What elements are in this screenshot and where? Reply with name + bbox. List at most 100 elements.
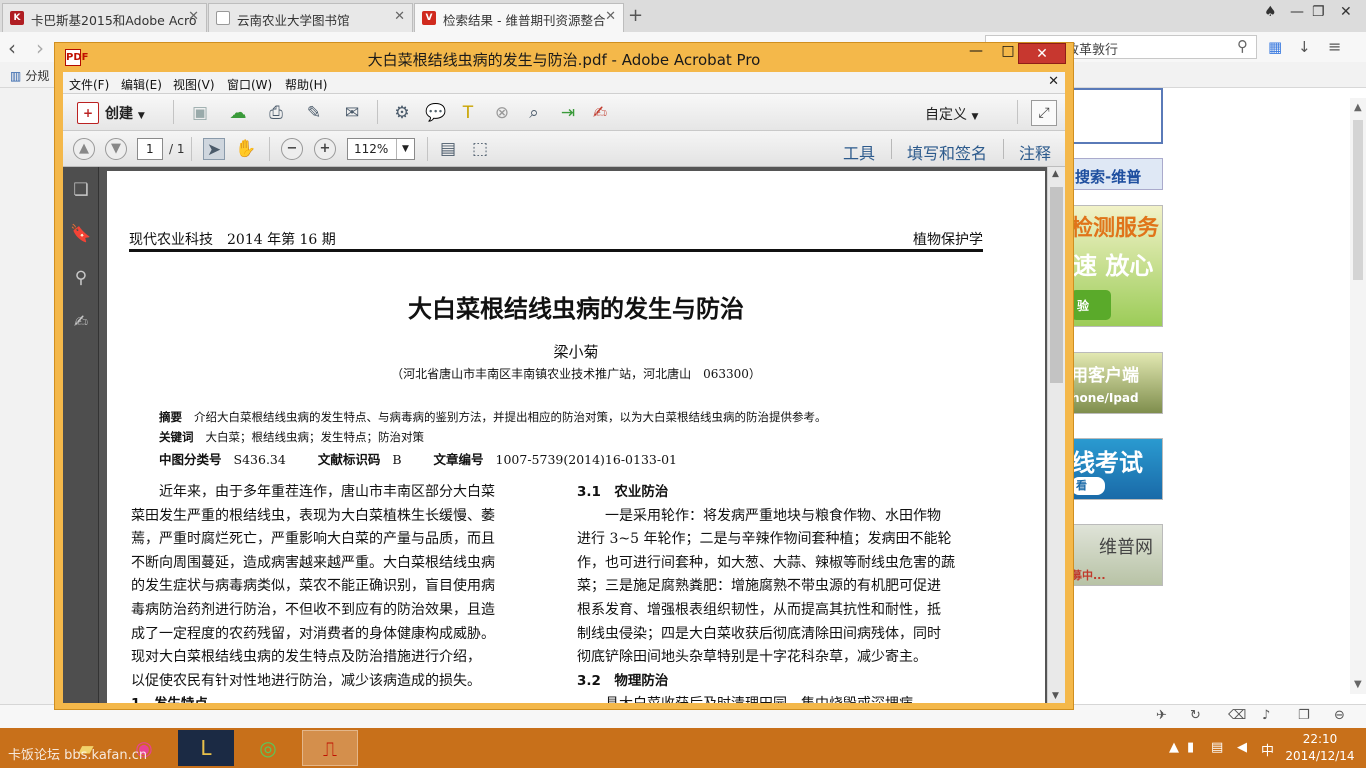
- trash-icon[interactable]: ⌫: [1228, 708, 1246, 723]
- show-hidden-icons[interactable]: ▲: [1169, 740, 1179, 755]
- zoom-icon[interactable]: ⊖: [1334, 708, 1345, 723]
- ad-online-exam[interactable]: 线考试 看: [1062, 438, 1163, 500]
- select-cursor-icon[interactable]: ➤: [203, 138, 225, 160]
- customize-dropdown[interactable]: 自定义 ▼: [925, 104, 978, 124]
- close-document-icon[interactable]: ✕: [1048, 74, 1059, 89]
- page-number-input[interactable]: 1: [137, 138, 163, 160]
- highlight-text-icon[interactable]: T: [457, 102, 479, 124]
- minimize-button[interactable]: —: [961, 43, 991, 65]
- new-tab-button[interactable]: +: [628, 5, 643, 26]
- chevron-down-icon[interactable]: ▼: [396, 139, 414, 159]
- attachment-paperclip-icon[interactable]: ⚲: [70, 267, 92, 289]
- acrobat-title-bar[interactable]: PDF 大白菜根结线虫病的发生与防治.pdf - Adobe Acrobat P…: [55, 43, 1073, 73]
- menu-help[interactable]: 帮助(H): [285, 76, 327, 93]
- tab-fill-sign[interactable]: 填写和签名: [907, 140, 987, 164]
- vip-search-link[interactable]: 搜索-维普: [1060, 158, 1163, 190]
- pin-icon[interactable]: ✈: [1156, 708, 1167, 723]
- menu-view[interactable]: 视图(V): [173, 76, 215, 93]
- upload-cloud-icon[interactable]: ☁: [227, 102, 249, 124]
- ad-button[interactable]: 验: [1071, 290, 1111, 320]
- previous-page-icon[interactable]: ▲: [73, 138, 95, 160]
- close-icon[interactable]: ✕: [605, 9, 616, 24]
- tab-comment[interactable]: 注释: [1019, 140, 1051, 164]
- fit-width-icon[interactable]: ⬚: [469, 138, 491, 160]
- speaker-icon[interactable]: ♪: [1262, 708, 1270, 723]
- paragraph-line: 制线虫侵染；四是大白菜收获后彻底清除田间病残体，同时: [577, 625, 941, 642]
- window-icon[interactable]: ❐: [1298, 708, 1310, 723]
- browser-green-icon[interactable]: ◎: [240, 730, 296, 766]
- menu-window[interactable]: 窗口(W): [227, 76, 272, 93]
- ad-vip-net[interactable]: 维普网 募中...: [1062, 524, 1163, 586]
- forward-icon[interactable]: ›: [36, 36, 44, 60]
- blank-page-icon: [216, 11, 230, 25]
- delete-page-icon[interactable]: ⊗: [491, 102, 513, 124]
- zoom-in-icon[interactable]: +: [314, 138, 336, 160]
- zoom-select[interactable]: 112% ▼: [347, 138, 415, 160]
- bookmark-icon[interactable]: 🔖: [70, 223, 92, 245]
- scroll-thumb[interactable]: [1353, 120, 1363, 280]
- hand-tool-icon[interactable]: ✋: [235, 138, 257, 160]
- print-icon[interactable]: ⎙: [265, 102, 287, 124]
- menu-edit[interactable]: 编辑(E): [121, 76, 162, 93]
- acrobat-taskbar-icon[interactable]: ⎍: [302, 730, 358, 766]
- browser-tab-2[interactable]: 云南农业大学图书馆 ✕: [208, 3, 413, 32]
- next-page-icon[interactable]: ▼: [105, 138, 127, 160]
- search-document-icon[interactable]: ⌕: [523, 102, 545, 124]
- clock[interactable]: 22:10 2014/12/14: [1282, 731, 1358, 765]
- email-icon[interactable]: ✉: [341, 102, 363, 124]
- game-launcher-icon[interactable]: L: [178, 730, 234, 766]
- menu-file[interactable]: 文件(F): [69, 76, 109, 93]
- close-icon[interactable]: ✕: [394, 9, 405, 24]
- minimize-icon[interactable]: —: [1290, 4, 1304, 20]
- ad-button[interactable]: 看: [1071, 477, 1105, 495]
- close-button[interactable]: ✕: [1018, 43, 1066, 64]
- fit-page-icon[interactable]: ▤: [437, 138, 459, 160]
- back-icon[interactable]: ‹: [8, 36, 16, 60]
- ad-mobile-client[interactable]: 用客户端 hone/Ipad: [1062, 352, 1163, 414]
- section-heading: 1 发生特点: [131, 693, 551, 703]
- save-icon[interactable]: ▣: [189, 102, 211, 124]
- scroll-down-icon[interactable]: ▼: [1052, 691, 1059, 701]
- network-icon[interactable]: ▤: [1211, 740, 1223, 755]
- settings-gear-icon[interactable]: ⚙: [391, 102, 413, 124]
- scroll-up-icon[interactable]: ▲: [1052, 169, 1059, 179]
- phone-icon[interactable]: ▮: [1187, 740, 1194, 755]
- download-icon[interactable]: ↓: [1298, 38, 1311, 56]
- edit-document-icon[interactable]: ✎: [303, 102, 325, 124]
- browser-tab-1[interactable]: K 卡巴斯基2015和Adobe Acro ✕: [2, 3, 207, 32]
- left-column: 近年来，由于多年重茬连作，唐山市丰南区部分大白菜 菜田发生严重的根结线虫，表现为…: [131, 481, 551, 703]
- apps-icon[interactable]: ▦: [1268, 38, 1282, 56]
- export-icon[interactable]: ⇥: [557, 102, 579, 124]
- scroll-down-icon[interactable]: ▼: [1354, 679, 1362, 690]
- close-icon[interactable]: ✕: [188, 9, 199, 24]
- create-button[interactable]: + 创建 ▼: [71, 100, 145, 126]
- restore-icon[interactable]: ❐: [1312, 4, 1325, 20]
- ime-indicator[interactable]: 中: [1261, 740, 1274, 759]
- toolbar-separator: [173, 100, 174, 124]
- bookmark-item[interactable]: 分规: [25, 69, 49, 83]
- ad-text: 用客户端: [1071, 366, 1139, 386]
- volume-icon[interactable]: ◀: [1237, 740, 1247, 755]
- signature-icon[interactable]: ✍: [70, 311, 92, 333]
- sign-document-icon[interactable]: ✍: [589, 102, 611, 124]
- apps-grid-icon[interactable]: ▥: [10, 69, 21, 83]
- document-scrollbar[interactable]: ▲ ▼: [1047, 167, 1065, 703]
- refresh-icon[interactable]: ↻: [1190, 708, 1201, 723]
- zoom-out-icon[interactable]: −: [281, 138, 303, 160]
- shirt-icon[interactable]: ♠: [1264, 4, 1277, 20]
- search-icon[interactable]: ⚲: [1237, 37, 1248, 55]
- scroll-up-icon[interactable]: ▲: [1354, 102, 1362, 113]
- paragraph-line: 不断向周围蔓延，造成病害越来越严重。大白菜根结线虫病: [131, 554, 495, 571]
- scroll-thumb[interactable]: [1050, 187, 1063, 383]
- tab-tools[interactable]: 工具: [843, 140, 875, 164]
- ad-testing-service[interactable]: 检测服务 速 放心 验: [1062, 205, 1163, 327]
- browser-tab-3[interactable]: V 检索结果 - 维普期刊资源整合 ✕: [414, 3, 624, 32]
- web-scrollbar[interactable]: ▲ ▼: [1350, 98, 1366, 694]
- full-screen-icon[interactable]: ⤢: [1031, 100, 1057, 126]
- page-thumbnails-icon[interactable]: ❏: [70, 179, 92, 201]
- journal-name: 现代农业科技 2014 年第 16 期: [129, 232, 336, 248]
- comment-bubble-icon[interactable]: 💬: [425, 102, 447, 124]
- menu-icon[interactable]: ≡: [1328, 37, 1341, 56]
- close-icon[interactable]: ✕: [1340, 4, 1352, 20]
- paragraph-line: 彻底铲除田间地头杂草特别是十字花科杂草，减少寄主。: [577, 649, 927, 666]
